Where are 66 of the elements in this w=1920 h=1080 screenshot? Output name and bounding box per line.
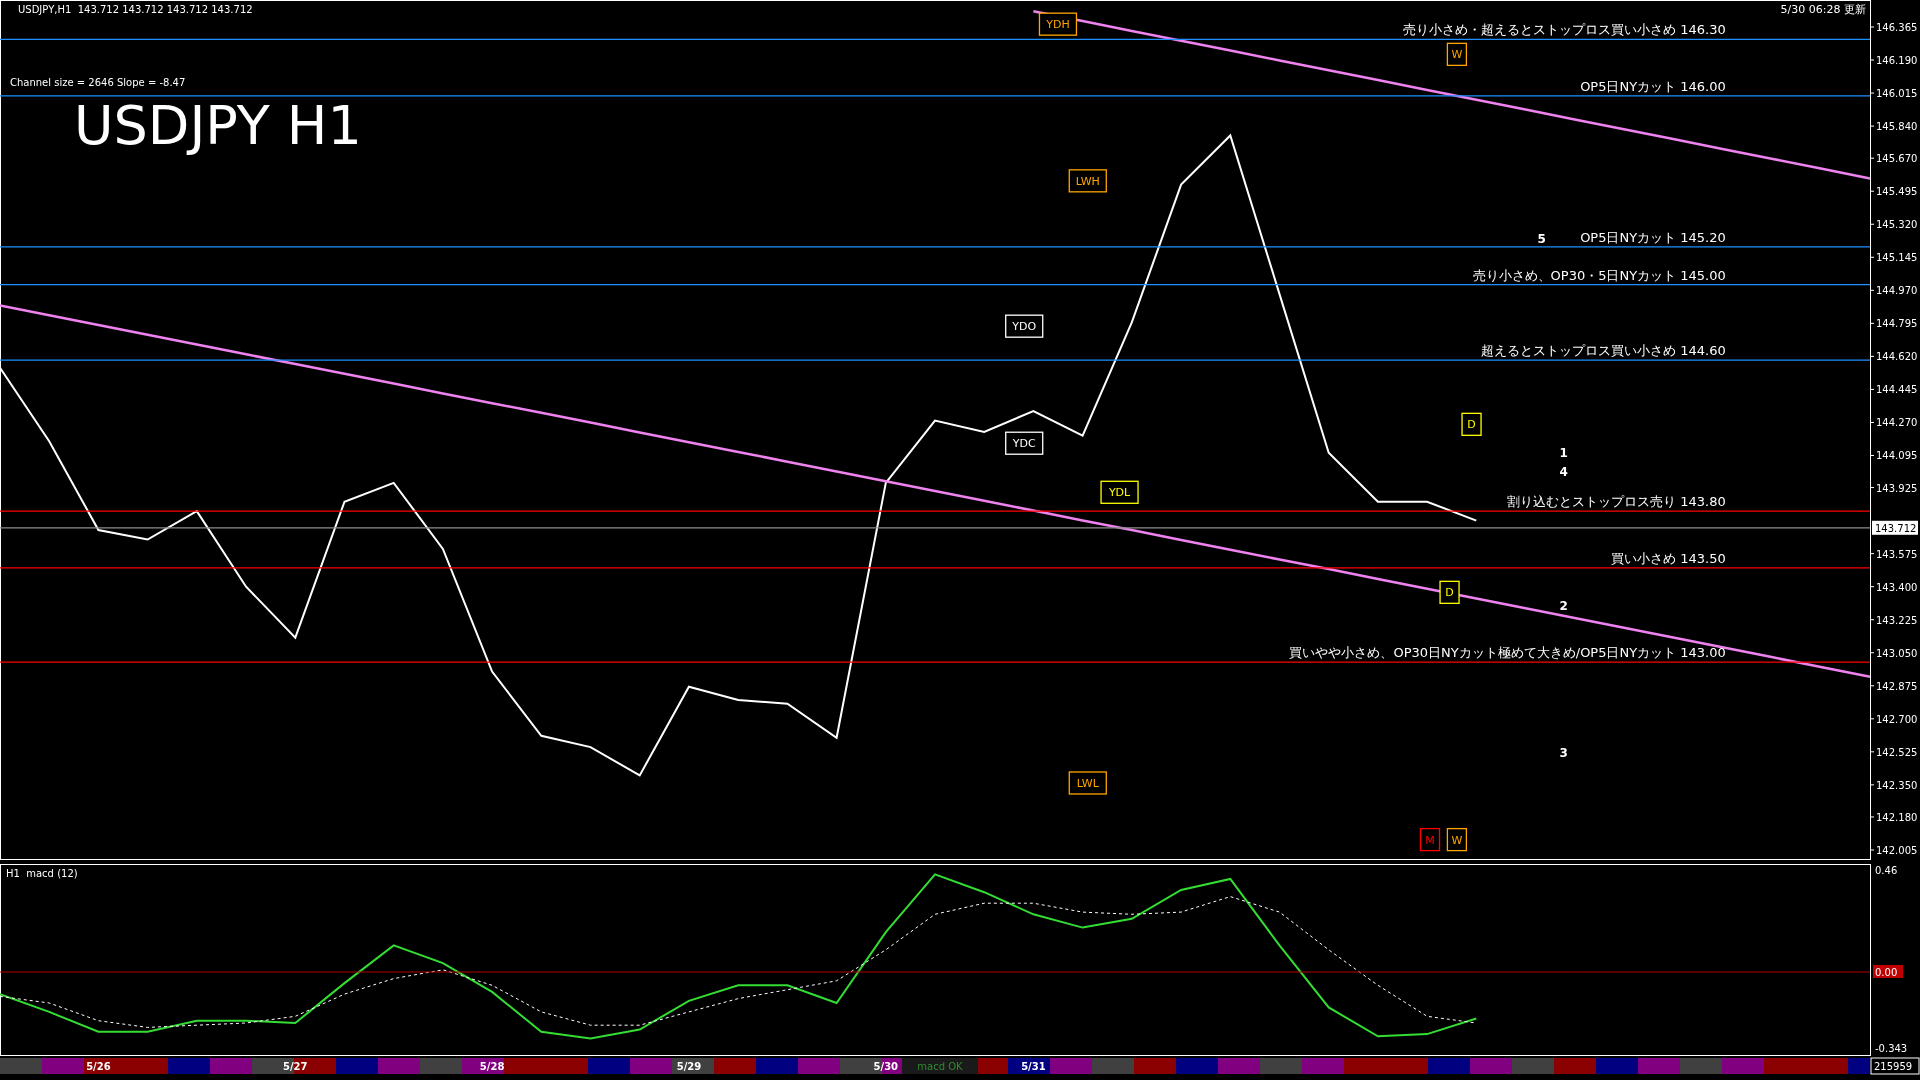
date-label: 5/29: [676, 1061, 702, 1072]
marker-tag: YDC: [1005, 431, 1044, 455]
axis-label: 142.700: [1876, 713, 1918, 725]
chart-title: USDJPY H1: [74, 94, 362, 157]
date-label: 5/30: [873, 1061, 899, 1072]
wave-label: 5: [1537, 232, 1546, 247]
marker-tag: D: [1461, 412, 1482, 436]
level-label: OP5日NYカット 145.20: [1580, 229, 1726, 245]
level-label: 売り小さめ・超えるとストップロス買い小さめ 146.30: [1403, 22, 1726, 38]
axis-label: 145.840: [1876, 121, 1918, 133]
date-label: 5/27: [283, 1061, 308, 1072]
axis-label: 143.225: [1876, 614, 1918, 626]
axis-label: 143.925: [1876, 482, 1918, 494]
axis-label: 144.970: [1876, 285, 1918, 297]
channel-info: Channel size = 2646 Slope = -8.47: [10, 77, 186, 88]
wave-label: 4: [1559, 464, 1568, 479]
level-label: 買い小さめ 143.50: [1611, 550, 1726, 566]
axis-label: 146.365: [1876, 22, 1918, 33]
date-label: 5/26: [86, 1061, 111, 1072]
marker-tag: YDL: [1100, 480, 1139, 504]
status-badge: macd OK: [902, 1058, 978, 1074]
counter-box: 215959: [1870, 1057, 1920, 1075]
axis-label: 145.670: [1876, 153, 1918, 165]
axis-label: 144.620: [1876, 351, 1918, 363]
axis-label: 0.46: [1875, 865, 1898, 876]
axis-label: 144.445: [1876, 384, 1918, 396]
marker-tag: M: [1419, 827, 1441, 852]
price-tag: 143.712: [1872, 520, 1918, 535]
marker-tag: D: [1439, 580, 1460, 604]
indicator-title: H1 macd (12): [6, 868, 78, 879]
axis-label: 144.795: [1876, 318, 1918, 330]
axis-label: 142.350: [1876, 779, 1918, 791]
date-label: 5/28: [479, 1061, 505, 1072]
marker-tag: LWL: [1068, 771, 1107, 795]
level-label: 割り込むとストップロス売り 143.80: [1507, 494, 1726, 510]
axis-label: 145.145: [1876, 252, 1918, 264]
axis-label: 142.525: [1876, 746, 1918, 758]
axis-label: 142.005: [1876, 845, 1918, 856]
axis-label: 0.00: [1875, 966, 1898, 978]
wave-label: 1: [1559, 445, 1568, 460]
axis-label: 143.575: [1876, 548, 1918, 560]
marker-tag: YDO: [1005, 314, 1044, 338]
update-time: 5/30 06:28 更新: [1780, 3, 1866, 16]
marker-tag: W: [1446, 42, 1468, 66]
axis-label: 144.270: [1876, 417, 1918, 429]
date-label: 5/31: [1021, 1061, 1046, 1072]
axis-label: 143.050: [1876, 647, 1918, 659]
axis-label: 142.875: [1876, 680, 1918, 692]
axis-label: 143.400: [1876, 581, 1918, 593]
axis-label: 145.320: [1876, 219, 1918, 231]
wave-label: 3: [1559, 745, 1568, 760]
axis-label: -0.343: [1875, 1043, 1908, 1054]
symbol-info: USDJPY,H1 143.712 143.712 143.712 143.712: [18, 4, 253, 15]
axis-label: 142.180: [1876, 811, 1918, 823]
wave-label: 2: [1559, 598, 1568, 613]
axis-label: 146.190: [1876, 55, 1918, 67]
marker-tag: W: [1446, 827, 1468, 852]
level-label: OP5日NYカット 146.00: [1580, 78, 1726, 94]
marker-tag: YDH: [1038, 12, 1078, 36]
level-label: 買いやや小さめ、OP30日NYカット極めて大きめ/OP5日NYカット 143.00: [1289, 645, 1726, 661]
axis-label: 144.095: [1876, 450, 1918, 462]
axis-label: 145.495: [1876, 186, 1918, 198]
axis-label: 146.015: [1876, 88, 1918, 100]
marker-tag: LWH: [1068, 169, 1107, 193]
level-label: 売り小さめ、OP30・5日NYカット 145.00: [1472, 267, 1726, 283]
level-label: 超えるとストップロス買い小さめ 144.60: [1481, 343, 1726, 359]
